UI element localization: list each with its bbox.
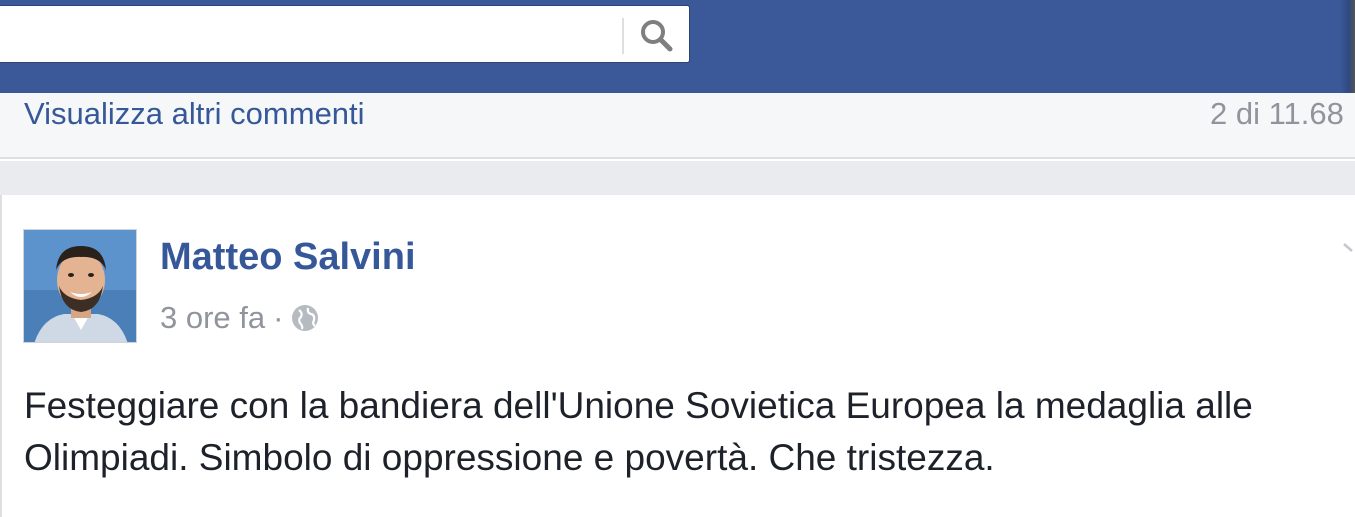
comment-count: 2 di 11.68 bbox=[1210, 96, 1344, 131]
avatar[interactable] bbox=[23, 229, 137, 343]
topbar-edge bbox=[1340, 0, 1355, 93]
search-icon bbox=[641, 20, 673, 52]
post-options-chevron-icon[interactable] bbox=[1340, 238, 1355, 258]
globe-icon[interactable] bbox=[291, 304, 319, 332]
view-more-comments-link[interactable]: Visualizza altri commenti bbox=[24, 96, 365, 132]
search-divider bbox=[622, 18, 624, 54]
search-input[interactable] bbox=[0, 6, 620, 62]
search-box bbox=[0, 5, 690, 63]
post-meta: 3 ore fa · bbox=[160, 300, 319, 336]
search-button[interactable] bbox=[630, 12, 682, 58]
top-navigation-bar bbox=[0, 0, 1355, 93]
post-body: Festeggiare con la bandiera dell'Unione … bbox=[24, 380, 1355, 484]
avatar-photo bbox=[24, 230, 136, 342]
post-author-name[interactable]: Matteo Salvini bbox=[160, 236, 416, 279]
meta-separator: · bbox=[273, 300, 284, 335]
post-timestamp[interactable]: 3 ore fa bbox=[160, 300, 265, 336]
post-text-line: Festeggiare con la bandiera dell'Unione … bbox=[24, 385, 1253, 426]
post-text-line: Olimpiadi. Simbolo di oppressione e pove… bbox=[24, 437, 995, 478]
feed-separator bbox=[0, 161, 1355, 195]
